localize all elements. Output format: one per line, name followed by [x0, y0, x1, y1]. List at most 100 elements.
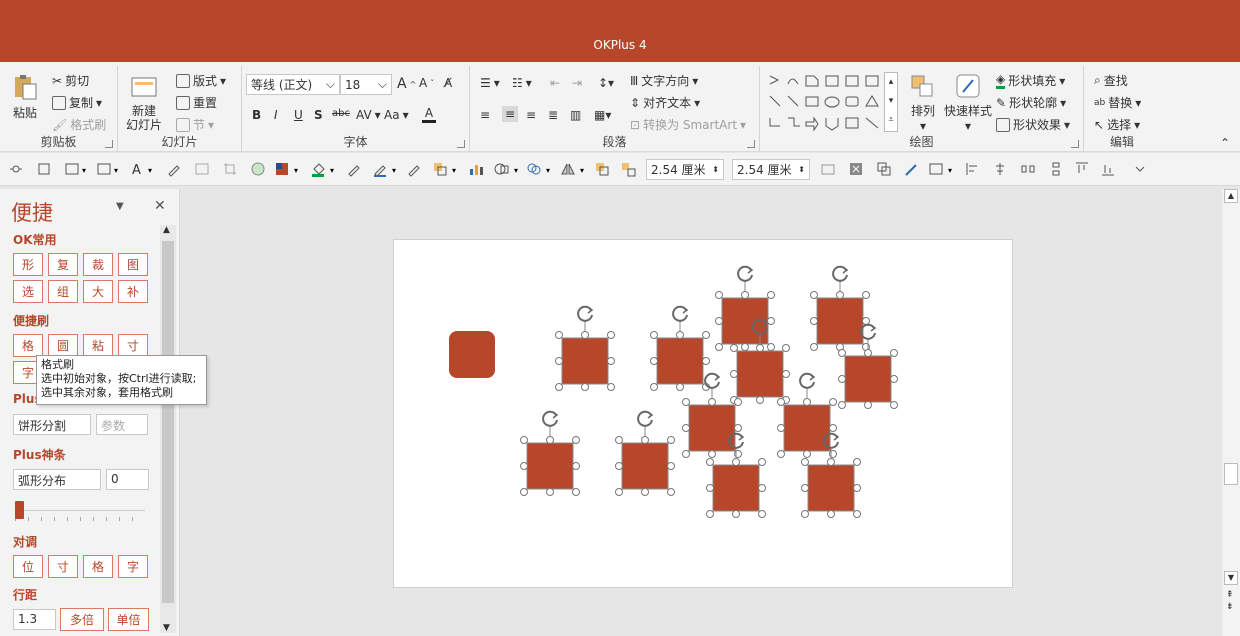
close-icon[interactable]: ✕	[154, 198, 166, 214]
brush-btn-paste[interactable]: 粘	[83, 334, 113, 357]
merge-shapes-icon[interactable]: ▾	[526, 161, 556, 177]
slide-icon[interactable]	[820, 161, 836, 177]
resize-handle[interactable]	[555, 383, 563, 391]
numbering-button[interactable]: ☷ ▾	[512, 76, 532, 90]
resize-handle[interactable]	[838, 401, 846, 409]
align-btn-format[interactable]: 格	[83, 555, 113, 578]
selected-shape[interactable]	[682, 372, 742, 458]
ok-btn-copy[interactable]: 复	[48, 253, 78, 276]
font-size-select[interactable]: 18 ⌵	[340, 74, 392, 95]
resize-handle[interactable]	[756, 396, 764, 404]
resize-handle[interactable]	[650, 383, 658, 391]
workspace-scrollbar[interactable]: ▲ ▼ ⇞ ⇟	[1222, 189, 1240, 636]
resize-handle[interactable]	[827, 458, 835, 466]
reset-button[interactable]: 重置	[176, 94, 217, 111]
resize-handle[interactable]	[801, 484, 809, 492]
resize-handle[interactable]	[803, 450, 811, 458]
paste-button[interactable]: 粘贴	[10, 72, 40, 121]
align-text-button[interactable]: ⇕ 对齐文本 ▾	[630, 94, 700, 111]
scroll-down-icon[interactable]: ▼	[1224, 571, 1238, 585]
eyedropper-icon[interactable]	[406, 161, 422, 177]
line-spacing-input[interactable]: 1.3	[13, 609, 56, 630]
collapse-ribbon-icon[interactable]: ⌃	[1220, 136, 1230, 150]
resize-handle[interactable]	[615, 462, 623, 470]
align-icon[interactable]	[36, 161, 52, 177]
align-left-icon[interactable]	[964, 161, 980, 177]
font-launcher-icon[interactable]	[457, 140, 465, 148]
paint-bucket-icon[interactable]: ▾	[310, 161, 340, 177]
resize-handle[interactable]	[890, 349, 898, 357]
clear-format-icon[interactable]: A̸	[444, 76, 452, 90]
shape-outline-button[interactable]: ✎ 形状轮廓 ▾	[996, 94, 1066, 111]
resize-handle[interactable]	[836, 291, 844, 299]
selected-shape[interactable]	[555, 305, 615, 391]
align-btn-text[interactable]: 字	[118, 555, 148, 578]
resize-handle[interactable]	[607, 383, 615, 391]
flip-icon[interactable]: ▾	[560, 161, 590, 177]
font-color-button[interactable]: A	[422, 106, 436, 123]
pane-menu-icon[interactable]: ▼	[116, 201, 124, 212]
delete-icon[interactable]	[848, 161, 864, 177]
shape-fill-button[interactable]: ◈ 形状填充 ▾	[996, 72, 1065, 89]
resize-handle[interactable]	[810, 343, 818, 351]
scroll-up-icon[interactable]: ▲	[1224, 189, 1238, 203]
resize-handle[interactable]	[803, 398, 811, 406]
shrink-font-button[interactable]: Aˇ	[419, 76, 434, 90]
resize-handle[interactable]	[650, 331, 658, 339]
resize-handle[interactable]	[862, 291, 870, 299]
resize-handle[interactable]	[782, 370, 790, 378]
align-btn-position[interactable]: 位	[13, 555, 43, 578]
distribute-h-icon[interactable]	[1020, 161, 1036, 177]
align-bottom-icon[interactable]	[1100, 161, 1116, 177]
resize-handle[interactable]	[572, 436, 580, 444]
distribute-icon[interactable]: ▥	[570, 108, 581, 122]
resize-handle[interactable]	[520, 462, 528, 470]
resize-handle[interactable]	[667, 436, 675, 444]
resize-handle[interactable]	[862, 317, 870, 325]
resize-handle[interactable]	[758, 484, 766, 492]
shape-icon[interactable]: ▾	[494, 161, 524, 177]
replace-button[interactable]: ab 替换 ▾	[1094, 94, 1141, 111]
ok-btn-group[interactable]: 组	[48, 280, 78, 303]
scroll-thumb[interactable]	[1224, 463, 1238, 485]
section-button[interactable]: 节 ▾	[176, 116, 214, 133]
line-spacing-icon[interactable]: ↕▾	[598, 76, 614, 90]
page-nav-icon[interactable]: ⇞ ⇟	[1226, 589, 1234, 613]
resize-handle[interactable]	[730, 370, 738, 378]
char-spacing-button[interactable]: AV ▾	[356, 108, 381, 122]
magic-icon[interactable]	[904, 161, 920, 177]
smartart-button[interactable]: ⊡ 转换为 SmartArt ▾	[630, 116, 746, 133]
textbox-icon[interactable]: ▾	[64, 161, 90, 177]
resize-handle[interactable]	[706, 510, 714, 518]
resize-handle[interactable]	[581, 331, 589, 339]
circle-icon[interactable]	[250, 161, 266, 177]
bold-button[interactable]: B	[252, 108, 261, 122]
selected-shape[interactable]	[650, 305, 710, 391]
columns-icon[interactable]: ▦▾	[594, 108, 611, 122]
resize-handle[interactable]	[572, 488, 580, 496]
spinner-icon[interactable]: ⬍	[712, 165, 719, 174]
justify-icon[interactable]: ≣	[548, 108, 558, 122]
selected-shape[interactable]	[615, 410, 675, 496]
resize-handle[interactable]	[838, 349, 846, 357]
resize-handle[interactable]	[829, 398, 837, 406]
resize-handle[interactable]	[864, 349, 872, 357]
resize-handle[interactable]	[777, 450, 785, 458]
italic-button[interactable]: I	[274, 108, 278, 122]
resize-handle[interactable]	[741, 291, 749, 299]
single-spacing-button[interactable]: 单倍	[108, 608, 149, 631]
resize-handle[interactable]	[801, 510, 809, 518]
resize-handle[interactable]	[758, 458, 766, 466]
resize-handle[interactable]	[607, 357, 615, 365]
resize-handle[interactable]	[667, 462, 675, 470]
resize-handle[interactable]	[838, 375, 846, 383]
frame-icon[interactable]: ▾	[928, 161, 958, 177]
resize-handle[interactable]	[853, 510, 861, 518]
layout-button[interactable]: 版式 ▾	[176, 72, 226, 89]
font-color-icon[interactable]: A ▾	[130, 161, 156, 177]
arrange-button[interactable]: 排列 ▾	[908, 72, 938, 133]
resize-handle[interactable]	[708, 398, 716, 406]
quick-styles-button[interactable]: 快速样式 ▾	[944, 72, 992, 133]
selected-shape[interactable]	[777, 372, 837, 458]
more-icon[interactable]	[1132, 161, 1148, 177]
